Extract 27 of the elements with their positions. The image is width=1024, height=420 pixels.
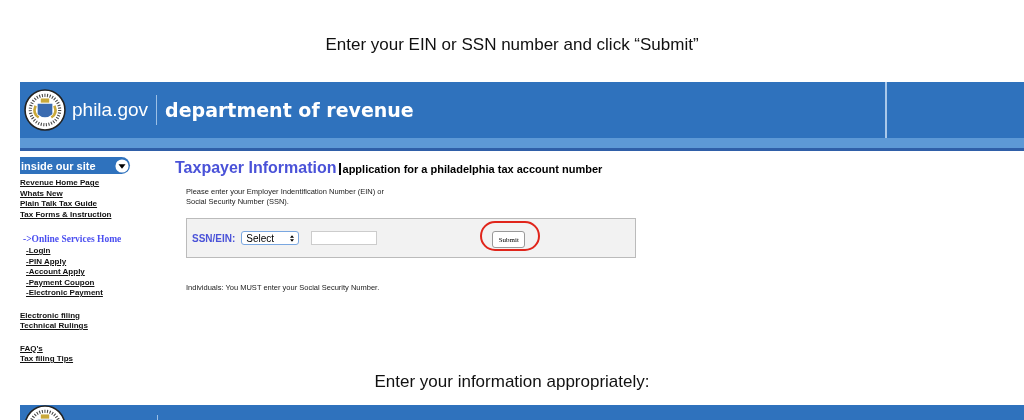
sidebar-link[interactable]: -Login [26,246,51,257]
sidebar-link[interactable]: Plain Talk Tax Guide [20,199,98,210]
sidebar-heading[interactable]: inside our site [20,157,130,174]
type-select[interactable]: Select [241,231,300,245]
sidebar-link[interactable]: Electronic filing [20,310,80,321]
sidebar-link[interactable]: Revenue Home Page [20,178,100,189]
site-name: phila.gov [72,99,149,121]
dropdown-icon [115,158,129,173]
caption-text: Enter your information appropriately: [373,372,651,392]
sidebar-link[interactable]: -Account Apply [26,267,85,278]
sidebar-link[interactable]: ->Online Services Home [23,232,122,246]
sidebar-link[interactable]: -PIN Apply [26,256,67,267]
page-title: Taxpayer Information [175,159,337,177]
field-label: SSN/EIN: [192,232,236,244]
page-subtitle: application for a philadelphia tax account number [338,163,603,175]
caption-text: Enter your EIN or SSN number and click “Submit” [324,34,700,56]
sidebar-link[interactable]: Tax filing Tips [20,354,74,365]
sidebar-link[interactable]: -Electronic Payment [26,288,103,299]
sidebar-link[interactable]: Technical Rulings [20,321,88,332]
city-seal-icon [24,89,66,131]
stepper-icon [290,234,295,242]
sidebar-link[interactable]: FAQ's [20,343,43,354]
department-name: department of revenue [165,99,414,121]
number-input-field[interactable] [311,231,378,245]
sidebar-link[interactable]: -Payment Coupon [26,277,95,288]
sidebar-link[interactable]: Tax Forms & Instruction [20,209,112,220]
sidebar-link[interactable]: Whats New [20,188,63,199]
